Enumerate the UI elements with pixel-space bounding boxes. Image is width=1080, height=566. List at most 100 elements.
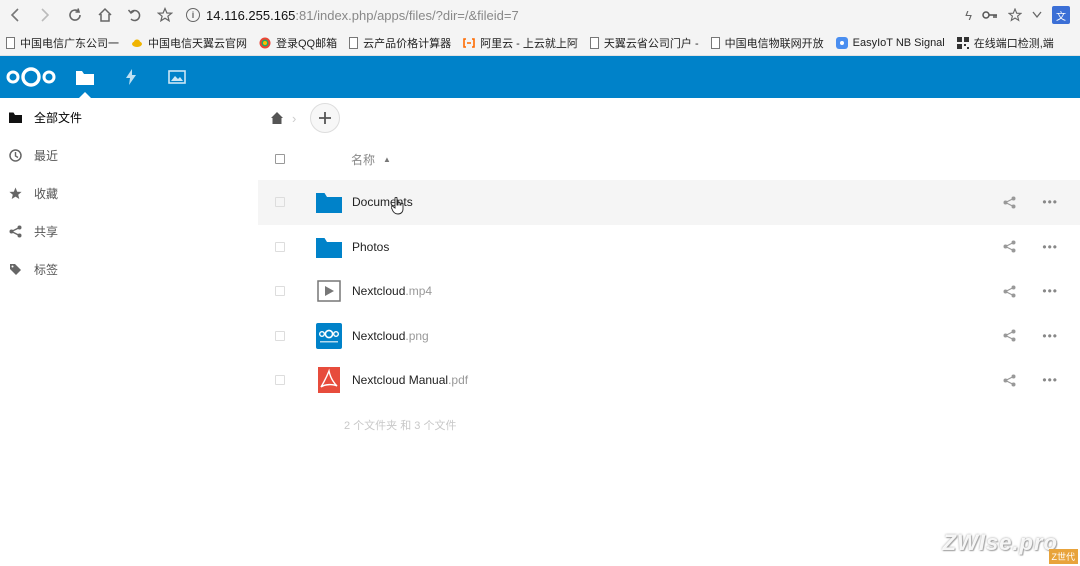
row-checkbox[interactable] <box>275 286 285 297</box>
sidebar-item-recent[interactable]: 最近 <box>0 136 258 174</box>
bookmark-item[interactable]: 在线端口检测,端 <box>956 35 1054 51</box>
bookmark-label: 中国电信广东公司一 <box>20 37 119 50</box>
bookmark-item[interactable]: 阿里云 - 上云就上阿 <box>463 35 578 51</box>
sort-ascending-icon[interactable]: ▲ <box>383 155 391 164</box>
cloud-icon <box>132 39 142 47</box>
file-row[interactable]: Nextcloud.mp4 ••• <box>258 269 1080 314</box>
file-row[interactable]: Nextcloud Manual.pdf ••• <box>258 358 1080 403</box>
sidebar-item-label: 共享 <box>34 224 59 239</box>
file-name[interactable]: Nextcloud Manual.pdf <box>352 373 468 387</box>
bookmark-label: 登录QQ邮箱 <box>276 37 338 50</box>
bookmark-label: 阿里云 - 上云就上阿 <box>480 37 578 50</box>
sidebar: 全部文件 最近 收藏 共享 标签 <box>0 98 258 566</box>
aliyun-icon <box>463 37 475 48</box>
row-checkbox[interactable] <box>275 197 285 208</box>
plus-icon <box>319 112 332 124</box>
address-bar[interactable]: i 14.116.255.165:81/index.php/apps/files… <box>180 3 965 27</box>
url-host: 14.116.255.165 <box>206 7 296 23</box>
browser-toolbar: i 14.116.255.165:81/index.php/apps/files… <box>0 0 1080 30</box>
bookmark-item[interactable]: 中国电信物联网开放 <box>710 35 824 51</box>
nextcloud-logo[interactable] <box>0 56 62 98</box>
star-icon <box>8 186 22 200</box>
bookmark-item[interactable]: EasyIoT NB Signal <box>835 36 945 49</box>
bookmark-label: 在线端口检测,端 <box>973 37 1054 50</box>
page-icon <box>349 36 359 49</box>
file-row[interactable]: Nextcloud.png ••• <box>258 314 1080 359</box>
file-name[interactable]: Nextcloud.png <box>352 329 429 343</box>
sidebar-item-tags[interactable]: 标签 <box>0 250 258 288</box>
app-gallery[interactable] <box>154 56 200 98</box>
page-icon <box>710 36 720 49</box>
more-options-icon[interactable]: ••• <box>1042 195 1058 209</box>
row-checkbox[interactable] <box>275 375 285 386</box>
image-icon <box>168 70 186 84</box>
reload-icon <box>69 8 81 21</box>
name-column-header[interactable]: 名称 <box>351 151 375 168</box>
page-icon <box>589 36 599 49</box>
bookmark-label: 中国电信天翼云官网 <box>148 37 247 50</box>
bookmark-label: 天翼云省公司门户 - <box>603 37 699 50</box>
undo-button[interactable] <box>120 0 150 30</box>
bookmark-star-button[interactable] <box>150 0 180 30</box>
star-icon <box>157 7 173 23</box>
app-header <box>0 56 1080 98</box>
url-path: :81/index.php/apps/files/?dir=/&fileid=7 <box>295 7 519 23</box>
key-icon[interactable] <box>982 10 998 20</box>
bookmark-item[interactable]: 中国电信广东公司一 <box>6 35 119 51</box>
bookmark-label: EasyIoT NB Signal <box>852 36 945 49</box>
share-icon[interactable] <box>1002 195 1016 209</box>
file-row[interactable]: Photos ••• <box>258 225 1080 270</box>
share-icon[interactable] <box>1002 240 1016 254</box>
favorite-star-icon[interactable] <box>1008 8 1022 22</box>
easyiot-icon <box>835 36 848 49</box>
file-summary: 2 个文件夹 和 3 个文件 <box>344 419 457 432</box>
more-options-icon[interactable]: ••• <box>1042 329 1058 343</box>
share-icon[interactable] <box>1002 329 1016 343</box>
app-activity[interactable] <box>108 56 154 98</box>
row-actions: ••• <box>1002 180 1058 225</box>
breadcrumb: › <box>258 98 1080 138</box>
back-button[interactable] <box>0 0 30 30</box>
lightning-icon[interactable]: ϟ <box>965 8 972 23</box>
home-button[interactable] <box>90 0 120 30</box>
file-row[interactable]: Documents ••• <box>258 180 1080 225</box>
row-checkbox[interactable] <box>275 241 285 252</box>
translate-icon[interactable]: 文 <box>1052 6 1070 24</box>
sidebar-item-label: 标签 <box>34 262 59 277</box>
share-icon[interactable] <box>1002 284 1016 298</box>
sidebar-item-all-files[interactable]: 全部文件 <box>0 98 258 136</box>
share-icon <box>8 224 22 238</box>
toolbar-right: ϟ 文 <box>965 6 1080 24</box>
file-name[interactable]: Photos <box>352 240 389 254</box>
chevron-down-icon[interactable] <box>1032 11 1042 19</box>
folder-icon <box>316 234 342 260</box>
file-name[interactable]: Nextcloud.mp4 <box>352 284 432 298</box>
sidebar-item-label: 最近 <box>34 148 59 163</box>
pdf-icon <box>316 367 342 394</box>
bookmark-item[interactable]: 天翼云省公司门户 - <box>589 35 699 51</box>
undo-icon <box>127 9 141 22</box>
row-checkbox[interactable] <box>275 330 285 341</box>
share-icon[interactable] <box>1002 373 1016 387</box>
new-file-button[interactable] <box>310 103 341 133</box>
bookmark-item[interactable]: 中国电信天翼云官网 <box>131 35 247 51</box>
tag-icon <box>8 262 22 276</box>
file-list-panel: › 名称 ▲ Documents ••• Photos ••• Nextclou… <box>258 98 1080 566</box>
video-icon <box>316 278 342 304</box>
sidebar-item-shares[interactable]: 共享 <box>0 212 258 250</box>
forward-button[interactable] <box>30 0 60 30</box>
reload-button[interactable] <box>60 0 90 30</box>
more-options-icon[interactable]: ••• <box>1042 373 1058 387</box>
more-options-icon[interactable]: ••• <box>1042 284 1058 298</box>
app-files[interactable] <box>62 56 108 98</box>
bookmark-label: 中国电信物联网开放 <box>724 37 824 50</box>
bookmark-item[interactable]: 云产品价格计算器 <box>349 35 451 51</box>
bookmark-item[interactable]: 登录QQ邮箱 <box>259 35 337 51</box>
info-icon: i <box>186 8 200 22</box>
select-all-checkbox[interactable] <box>275 154 285 164</box>
home-icon[interactable] <box>270 111 284 125</box>
lightning-icon <box>126 69 136 85</box>
bookmark-label: 云产品价格计算器 <box>363 37 452 50</box>
sidebar-item-favorites[interactable]: 收藏 <box>0 174 258 212</box>
more-options-icon[interactable]: ••• <box>1042 240 1058 254</box>
